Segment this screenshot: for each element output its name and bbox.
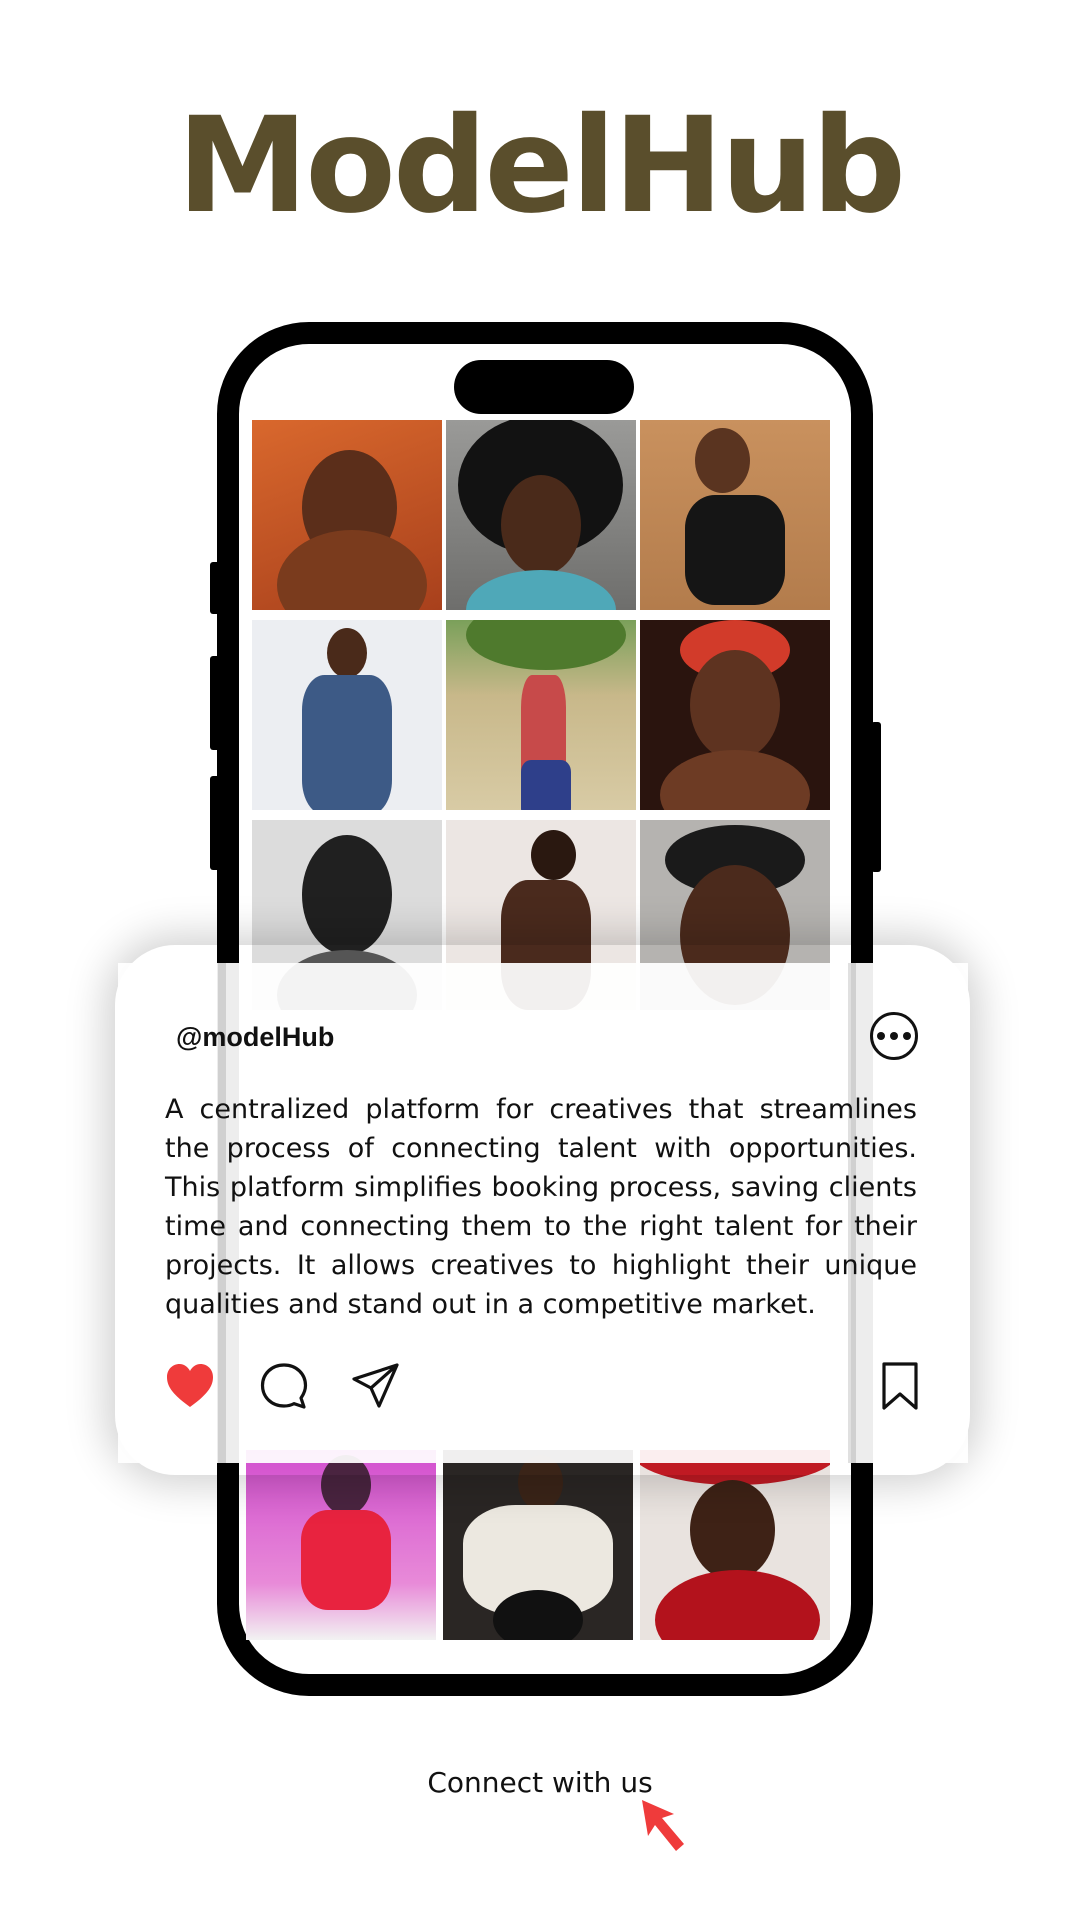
gallery-photo-red-hat[interactable]: [640, 1450, 830, 1640]
more-dot-icon: [890, 1032, 898, 1040]
phone-side-button: [210, 562, 220, 614]
bookmark-button[interactable]: [874, 1360, 926, 1412]
post-description: A centralized platform for creatives tha…: [165, 1094, 917, 1320]
share-icon: [352, 1363, 399, 1408]
gallery-photo-orange-portrait[interactable]: [252, 420, 442, 610]
gallery-photo-red-headwrap[interactable]: [640, 620, 830, 810]
share-button[interactable]: [350, 1360, 402, 1412]
gallery-photo-white-tuxedo[interactable]: [443, 1450, 633, 1640]
gallery-photo-blue-suit[interactable]: [252, 620, 442, 810]
cursor-arrow-icon: [642, 1800, 684, 1851]
post-handle[interactable]: @modelHub: [176, 1022, 334, 1053]
connect-link[interactable]: Connect with us: [0, 1766, 1080, 1799]
gallery-photo-black-dress-pose[interactable]: [640, 420, 830, 610]
gallery-photo-afro-portrait[interactable]: [446, 420, 636, 610]
phone-side-button: [210, 776, 220, 870]
more-options-button[interactable]: [870, 1012, 918, 1060]
brand-logo: ModelHub: [176, 89, 906, 243]
more-dot-icon: [877, 1032, 885, 1040]
gallery-photo-pink-runway[interactable]: [246, 1450, 436, 1640]
comment-button[interactable]: [258, 1360, 310, 1412]
phone-notch: [454, 360, 634, 414]
phone-side-button: [871, 722, 881, 872]
more-dot-icon: [903, 1032, 911, 1040]
like-button[interactable]: [164, 1360, 216, 1412]
phone-side-button: [210, 656, 220, 750]
gallery-photo-palm-tree-pose[interactable]: [446, 620, 636, 810]
bookmark-icon: [882, 1362, 918, 1410]
heart-icon: [167, 1364, 213, 1407]
comment-icon: [260, 1363, 308, 1409]
